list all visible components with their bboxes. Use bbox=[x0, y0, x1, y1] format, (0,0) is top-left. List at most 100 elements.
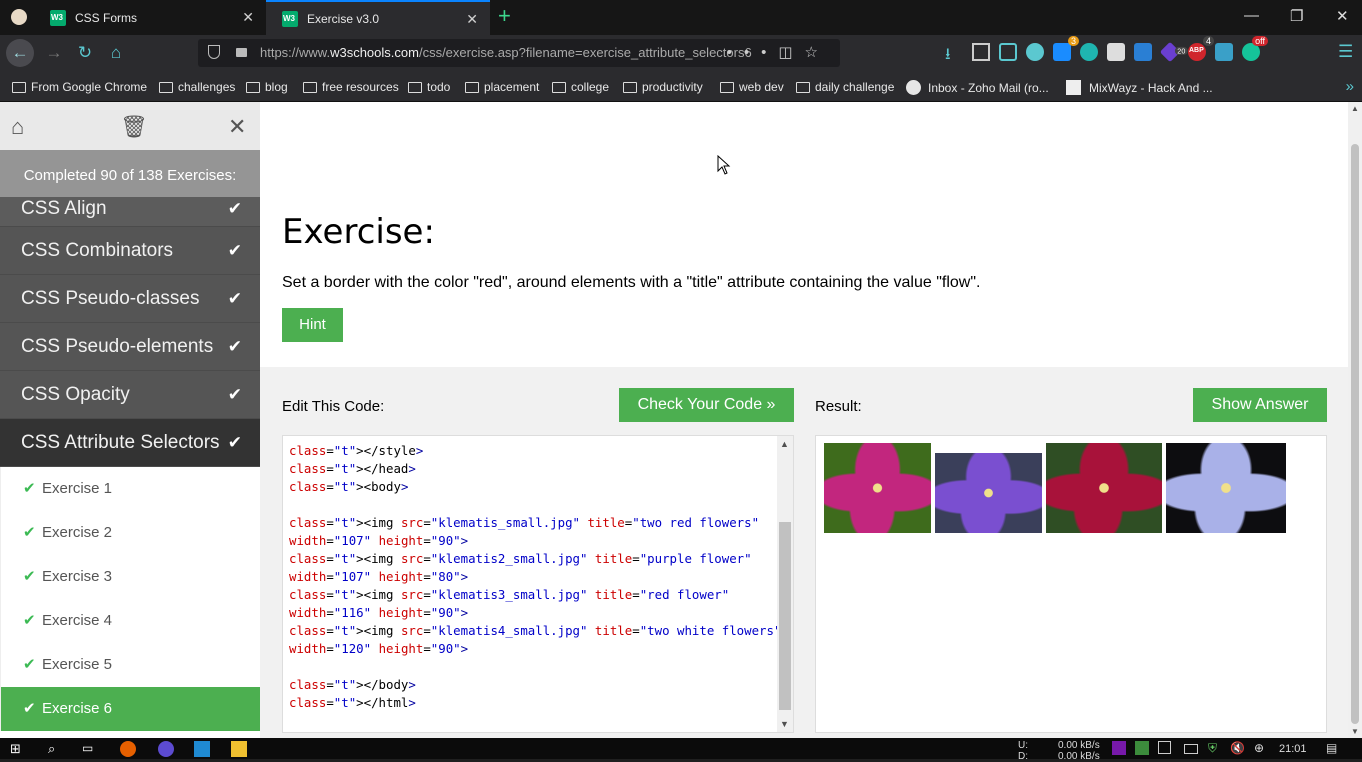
code-line[interactable]: width="120" height="90"> bbox=[289, 640, 781, 658]
tracking-shield-icon[interactable] bbox=[208, 45, 220, 59]
url-text[interactable]: https://www.w3schools.com/css/exercise.a… bbox=[260, 45, 752, 60]
scroll-up-icon[interactable]: ▲ bbox=[1351, 104, 1359, 113]
check-code-button[interactable]: Check Your Code » bbox=[619, 388, 794, 422]
exercise-item-2[interactable]: ✔ Exercise 2 bbox=[0, 511, 260, 555]
show-answer-button[interactable]: Show Answer bbox=[1193, 388, 1327, 422]
battery-icon[interactable] bbox=[1184, 744, 1198, 754]
extension-teal-icon[interactable] bbox=[1080, 43, 1098, 61]
vscode-icon[interactable] bbox=[194, 741, 210, 757]
clock-time[interactable]: 21:01 bbox=[1279, 744, 1307, 755]
code-line[interactable]: class="t"></head> bbox=[289, 460, 781, 478]
code-line[interactable]: width="107" height="80"> bbox=[289, 568, 781, 586]
tray-app-icon[interactable] bbox=[1158, 741, 1171, 754]
sidebar-toggle-icon[interactable] bbox=[999, 43, 1017, 61]
new-tab-icon[interactable]: + bbox=[498, 5, 511, 27]
code-line[interactable]: class="t"></style> bbox=[289, 442, 781, 460]
topic-css-align[interactable]: CSS Align ✔ bbox=[0, 197, 260, 227]
topic-css-pseudo-elements[interactable]: CSS Pseudo-elements ✔ bbox=[0, 323, 260, 371]
notification-icon[interactable]: ▤ bbox=[1326, 741, 1342, 757]
window-close-icon[interactable]: ✕ bbox=[1336, 7, 1349, 25]
topic-css-attribute-selectors[interactable]: CSS Attribute Selectors ✔ bbox=[0, 419, 260, 467]
extension-s-icon[interactable] bbox=[1134, 43, 1152, 61]
close-icon[interactable]: ✕ bbox=[242, 9, 254, 26]
exercise-item-5[interactable]: ✔ Exercise 5 bbox=[0, 643, 260, 687]
code-line[interactable]: width="116" height="90"> bbox=[289, 604, 781, 622]
bookmark-folder[interactable]: daily challenge bbox=[796, 80, 894, 94]
url-bar[interactable]: https://www.w3schools.com/css/exercise.a… bbox=[198, 39, 840, 67]
home-icon[interactable]: ⌂ bbox=[102, 39, 130, 67]
bookmark-star-icon[interactable]: ☆ bbox=[805, 44, 830, 61]
search-icon[interactable]: ⌕ bbox=[48, 741, 64, 757]
close-icon[interactable]: ✕ bbox=[228, 114, 246, 140]
pocket-icon[interactable]: ◫ bbox=[778, 44, 804, 61]
code-line[interactable]: class="t"></html> bbox=[289, 694, 781, 712]
firefox-icon[interactable] bbox=[120, 741, 136, 757]
code-line[interactable]: class="t"><body> bbox=[289, 478, 781, 496]
scroll-thumb[interactable] bbox=[779, 522, 791, 710]
code-line[interactable]: class="t"><img src="klematis4_small.jpg"… bbox=[289, 622, 781, 640]
bookmark-folder[interactable]: blog bbox=[246, 80, 288, 94]
bookmark-folder[interactable]: From Google Chrome bbox=[12, 80, 147, 94]
topic-css-pseudo-classes[interactable]: CSS Pseudo-classes ✔ bbox=[0, 275, 260, 323]
tray-app-icon[interactable] bbox=[1135, 741, 1149, 755]
exercise-item-1[interactable]: ✔ Exercise 1 bbox=[0, 467, 260, 511]
code-line[interactable]: class="t"></body> bbox=[289, 676, 781, 694]
profile-icon[interactable] bbox=[11, 9, 27, 25]
more-icon[interactable]: ••• bbox=[727, 44, 779, 61]
code-editor[interactable]: class="t"></style> class="t"></head> class… bbox=[282, 435, 794, 733]
language-icon[interactable]: ⊕ bbox=[1254, 741, 1270, 757]
menu-icon[interactable]: ☰ bbox=[1338, 42, 1353, 62]
scroll-down-icon[interactable]: ▼ bbox=[780, 719, 789, 729]
bookmark-folder[interactable]: placement bbox=[465, 80, 539, 94]
minimize-icon[interactable]: — bbox=[1244, 7, 1259, 24]
scroll-down-icon[interactable]: ▼ bbox=[1351, 727, 1359, 736]
bookmark-mixwayz[interactable]: MixWayz - Hack And ... bbox=[1066, 80, 1213, 95]
bookmark-folder[interactable]: free resources bbox=[303, 80, 399, 94]
topic-css-opacity[interactable]: CSS Opacity ✔ bbox=[0, 371, 260, 419]
adblock-plus-icon[interactable]: 4 ABP bbox=[1188, 36, 1214, 61]
bookmark-folder[interactable]: web dev bbox=[720, 80, 784, 94]
exercise-item-6[interactable]: ✔ Exercise 6 bbox=[0, 687, 260, 731]
grammarly-icon[interactable]: off bbox=[1242, 36, 1268, 61]
chevron-right-icon[interactable]: » bbox=[1346, 78, 1354, 95]
exercise-item-4[interactable]: ✔ Exercise 4 bbox=[0, 599, 260, 643]
bookmark-folder[interactable]: todo bbox=[408, 80, 450, 94]
code-line[interactable]: class="t"><img src="klematis3_small.jpg"… bbox=[289, 586, 781, 604]
tab-exercise[interactable]: Exercise v3.0 ✕ bbox=[266, 0, 490, 35]
restore-icon[interactable]: ❐ bbox=[1290, 7, 1303, 25]
scroll-up-icon[interactable]: ▲ bbox=[780, 439, 789, 449]
home-icon[interactable]: ⌂ bbox=[11, 114, 24, 140]
page-scrollbar[interactable]: ▲ ▼ bbox=[1348, 102, 1362, 738]
bookmark-zoho-mail[interactable]: Inbox - Zoho Mail (ro... bbox=[906, 80, 1049, 95]
task-view-icon[interactable]: ▭ bbox=[82, 741, 98, 757]
file-explorer-icon[interactable] bbox=[231, 741, 247, 757]
code-line[interactable]: class="t"><img src="klematis2_small.jpg"… bbox=[289, 550, 781, 568]
reload-icon[interactable]: ↻ bbox=[71, 39, 99, 67]
code-line[interactable]: width="107" height="90"> bbox=[289, 532, 781, 550]
extension-purple-icon[interactable]: 20 bbox=[1159, 41, 1188, 63]
bookmark-folder[interactable]: challenges bbox=[159, 80, 235, 94]
trash-icon[interactable]: 🗑 bbox=[120, 114, 148, 140]
back-icon[interactable]: ← bbox=[6, 39, 34, 67]
code-line[interactable]: class="t"><img src="klematis_small.jpg" … bbox=[289, 514, 781, 532]
volume-icon[interactable]: 🔇 bbox=[1230, 741, 1246, 757]
tab-css-forms[interactable]: CSS Forms ✕ bbox=[34, 0, 266, 35]
exercise-item-3[interactable]: ✔ Exercise 3 bbox=[0, 555, 260, 599]
code-content[interactable]: class="t"></style> class="t"></head> class… bbox=[289, 442, 781, 712]
bookmark-folder[interactable]: college bbox=[552, 80, 609, 94]
code-line[interactable] bbox=[289, 496, 781, 514]
editor-scrollbar[interactable]: ▲ ▼ bbox=[777, 436, 793, 732]
page-scroll-thumb[interactable] bbox=[1351, 144, 1359, 724]
close-icon[interactable]: ✕ bbox=[466, 11, 478, 28]
library-icon[interactable] bbox=[972, 43, 990, 61]
windows-start-icon[interactable]: ⊞ bbox=[10, 741, 26, 757]
forward-icon[interactable]: → bbox=[40, 39, 68, 67]
app-purple-icon[interactable] bbox=[158, 741, 174, 757]
extension-white-icon[interactable] bbox=[1107, 43, 1125, 61]
security-icon[interactable]: ⛨ bbox=[1208, 741, 1224, 757]
hint-button[interactable]: Hint bbox=[282, 308, 343, 342]
code-line[interactable] bbox=[289, 658, 781, 676]
bookmark-folder[interactable]: productivity bbox=[623, 80, 703, 94]
search-extension-icon[interactable] bbox=[1215, 43, 1233, 61]
download-icon[interactable]: ⭳ bbox=[945, 43, 963, 63]
